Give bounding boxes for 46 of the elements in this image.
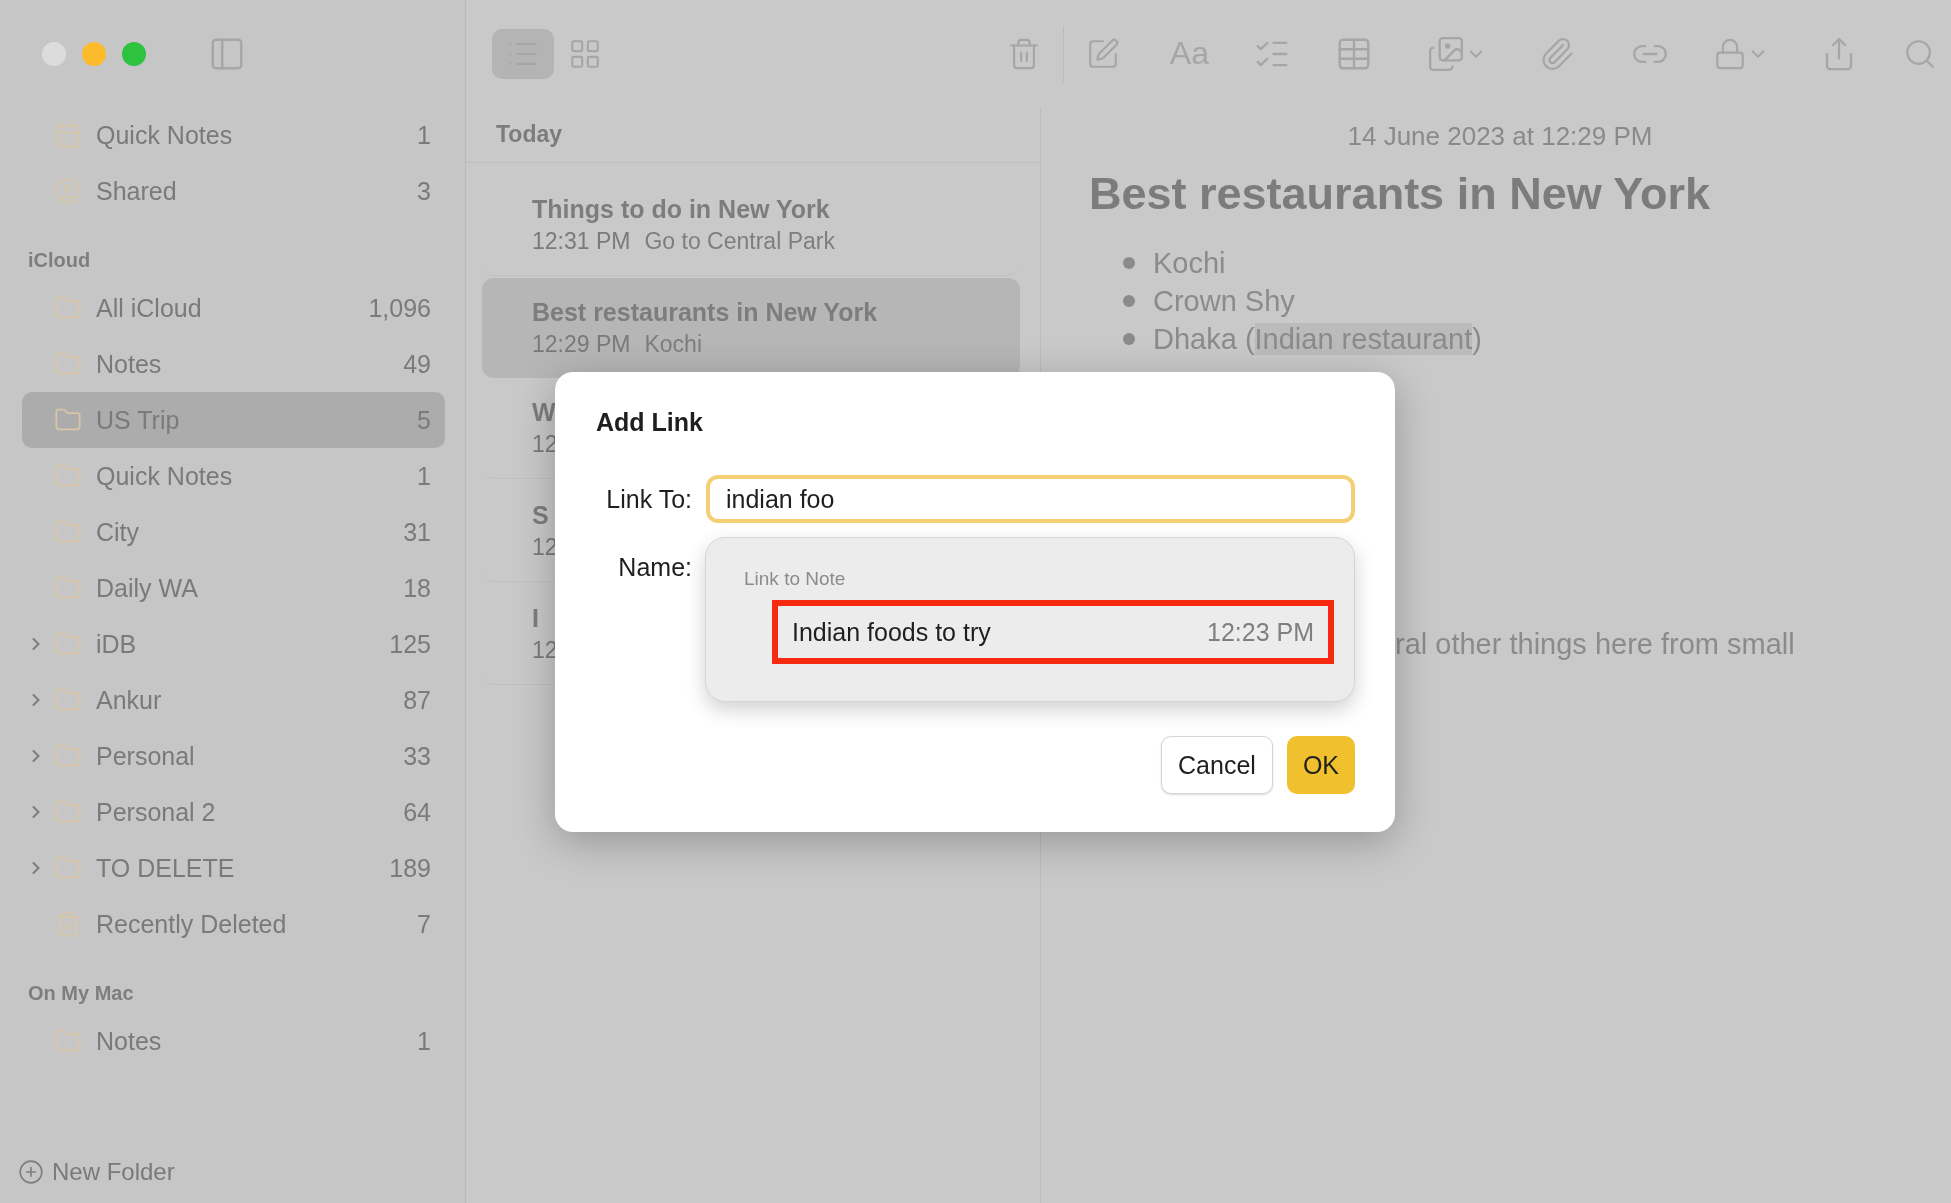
- sidebar-item[interactable]: Daily WA 18: [22, 560, 445, 616]
- note-item[interactable]: Things to do in New York 12:31 PM Go to Central Park: [482, 175, 1020, 276]
- minimize-button[interactable]: [82, 41, 106, 66]
- section-header: iCloud: [27, 248, 92, 273]
- plus-icon: [18, 1159, 44, 1185]
- link-field[interactable]: indian foo: [706, 475, 1355, 523]
- sidebar-item[interactable]: Personal 2 64: [22, 784, 445, 840]
- sidebar-item[interactable]: iDB 125: [22, 616, 445, 672]
- bullet-text: Crown Shy: [1153, 284, 1295, 318]
- maximize-button[interactable]: [122, 41, 146, 66]
- sidebar-item[interactable]: City 31: [22, 504, 445, 560]
- bullet-text: Kochi: [1153, 246, 1226, 280]
- sidebar-item[interactable]: Notes 49: [22, 336, 445, 392]
- suggestion-item[interactable]: Indian foods to try 12:23 PM: [772, 600, 1334, 664]
- sidebar-item[interactable]: TO DELETE 189: [22, 840, 445, 896]
- field-label: Link To:: [606, 484, 693, 514]
- sidebar-item[interactable]: All iCloud 1,096: [22, 280, 445, 336]
- calendar-icon: [54, 121, 82, 149]
- popup-header: Link to Note: [744, 568, 847, 590]
- bullet-icon: [1123, 295, 1135, 307]
- suggestion-time: 12:23 PM: [1207, 617, 1314, 647]
- field-label: Name:: [618, 553, 693, 582]
- ok-button[interactable]: OK: [1286, 736, 1355, 794]
- paperclip-icon[interactable]: [1539, 35, 1575, 72]
- list-header: Today: [466, 107, 1040, 163]
- list-view-icon[interactable]: [492, 28, 554, 79]
- new-folder-button[interactable]: New Folder: [18, 1141, 445, 1203]
- section-header: On My Mac: [27, 981, 135, 1006]
- sidebar-item[interactable]: Quick Notes 1: [22, 107, 445, 163]
- sidebar-item[interactable]: Recently Deleted 7: [22, 896, 445, 952]
- dialog-title: Add Link: [596, 408, 704, 437]
- cancel-button[interactable]: Cancel: [1161, 736, 1273, 794]
- bullet-icon: [1123, 257, 1135, 269]
- sidebar-item[interactable]: Shared 3: [22, 163, 445, 219]
- sidebar-item[interactable]: Quick Notes 1: [22, 448, 445, 504]
- note-title: Best restaurants in New York: [1089, 168, 1712, 220]
- sidebar-item[interactable]: Personal 33: [22, 728, 445, 784]
- note-date: 14 June 2023 at 12:29 PM: [1346, 121, 1654, 152]
- sidebar-item[interactable]: Notes 1: [22, 1013, 445, 1069]
- suggestion-title: Indian foods to try: [792, 617, 991, 647]
- sidebar-item[interactable]: Ankur 87: [22, 672, 445, 728]
- trash-icon: [54, 910, 82, 938]
- bullet-icon: [1123, 333, 1135, 345]
- note-item[interactable]: Best restaurants in New York 12:29 PM Kochi: [482, 278, 1020, 378]
- person-icon: [54, 177, 82, 205]
- note-paragraph: ral other things here from small: [1395, 628, 1796, 661]
